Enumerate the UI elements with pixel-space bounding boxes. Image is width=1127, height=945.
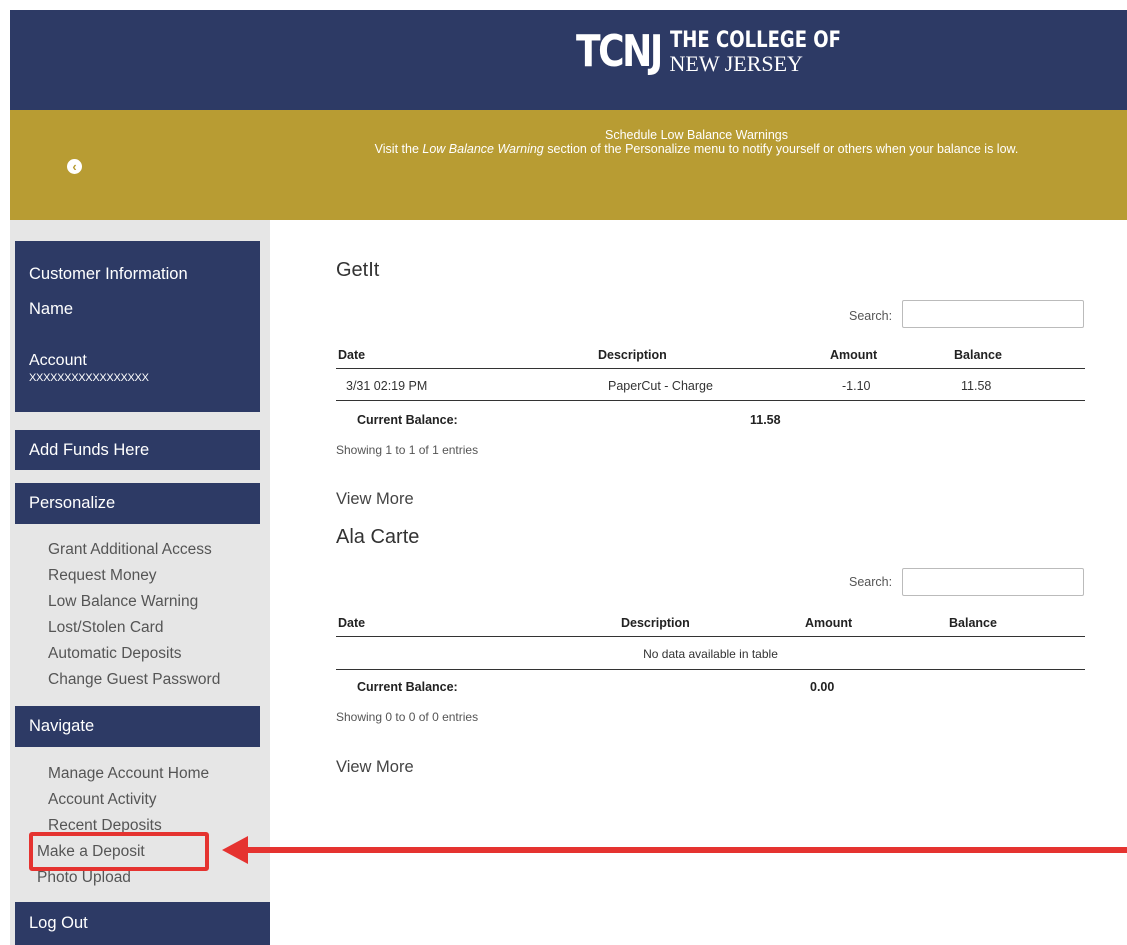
table-row: 3/31 02:19 PM PaperCut - Charge -1.10 11… [336,369,1085,401]
current-balance-value: 11.58 [750,413,781,427]
alacarte-search-label: Search: [849,575,893,589]
logout-label: Log Out [29,914,88,932]
current-balance-label: Current Balance: [357,680,458,694]
link-low-balance-warning[interactable]: Low Balance Warning [48,589,220,615]
getit-table-header: Date Description Amount Balance [336,342,1085,369]
alacarte-search-input[interactable] [902,568,1084,596]
alacarte-entries-count: Showing 0 to 0 of 0 entries [336,710,479,724]
banner-text-before: Visit the [374,142,423,156]
logout-button[interactable]: Log Out [15,902,270,945]
make-deposit-highlight-box [29,832,209,871]
table-row: No data available in table [336,637,1085,670]
alacarte-section-title: Ala Carte [336,526,420,548]
alacarte-current-balance-row: Current Balance: 0.00 [336,680,1085,700]
empty-table-message: No data available in table [643,647,778,661]
link-change-guest-password[interactable]: Change Guest Password [48,667,220,693]
getit-current-balance-row: Current Balance: 11.58 [336,413,1085,433]
alacarte-view-more-link[interactable]: View More [336,758,414,777]
tcnj-logo[interactable]: TCNJ THE COLLEGE OF NEW JERSEY [576,12,878,92]
logo-line-1: THE COLLEGE OF [669,27,841,53]
logo-wordmark: THE COLLEGE OF NEW JERSEY [669,27,879,76]
link-request-money[interactable]: Request Money [48,563,220,589]
col-amount[interactable]: Amount [830,348,877,362]
col-description[interactable]: Description [621,616,690,630]
personalize-links: Grant Additional Access Request Money Lo… [48,537,220,693]
logo-mark: TCNJ [576,26,663,77]
customer-info-heading: Customer Information [29,265,188,283]
banner-message: Schedule Low Balance Warnings Visit the … [270,128,1123,156]
row-description: PaperCut - Charge [608,379,713,393]
banner-text-after: section of the Personalize menu to notif… [543,142,1019,156]
getit-section-title: GetIt [336,259,380,281]
row-balance: 11.58 [961,379,992,393]
current-balance-label: Current Balance: [357,413,458,427]
link-manage-account-home[interactable]: Manage Account Home [48,761,209,787]
banner-description: Visit the Low Balance Warning section of… [270,142,1123,156]
banner-emphasis-link: Low Balance Warning [422,142,544,156]
notice-banner: ‹ Schedule Low Balance Warnings Visit th… [10,110,1127,220]
account-label: Account [29,352,87,369]
getit-search-label: Search: [849,309,893,323]
link-automatic-deposits[interactable]: Automatic Deposits [48,641,220,667]
getit-entries-count: Showing 1 to 1 of 1 entries [336,443,479,457]
chevron-left-circle-icon[interactable]: ‹ [67,159,82,174]
banner-title: Schedule Low Balance Warnings [605,128,788,142]
link-grant-additional-access[interactable]: Grant Additional Access [48,537,220,563]
logo-line-2: NEW JERSEY [669,50,803,76]
customer-name-label: Name [29,300,74,318]
row-date: 3/31 02:19 PM [346,379,428,393]
add-funds-label: Add Funds Here [29,440,150,459]
navigate-menu-header[interactable]: Navigate [15,706,260,747]
annotation-arrow-head [222,836,248,864]
row-amount: -1.10 [842,379,871,393]
col-date[interactable]: Date [338,348,365,362]
col-balance[interactable]: Balance [949,616,997,630]
navigate-links: Manage Account Home Account Activity Rec… [37,761,209,891]
getit-view-more-link[interactable]: View More [336,490,414,509]
personalize-label: Personalize [29,494,116,512]
alacarte-table-header: Date Description Amount Balance [336,610,1085,637]
col-description[interactable]: Description [598,348,667,362]
account-number: XXXXXXXXXXXXXXXXX [29,372,149,384]
current-balance-value: 0.00 [810,680,835,694]
link-lost-stolen-card[interactable]: Lost/Stolen Card [48,615,220,641]
add-funds-button[interactable]: Add Funds Here [15,430,260,470]
col-amount[interactable]: Amount [805,616,852,630]
site-header: TCNJ THE COLLEGE OF NEW JERSEY [10,10,1127,110]
personalize-menu-header[interactable]: Personalize [15,483,260,524]
col-date[interactable]: Date [338,616,365,630]
col-balance[interactable]: Balance [954,348,1002,362]
customer-info-panel: Customer Information Name Account XXXXXX… [15,241,260,412]
main-content: GetIt Search: Date Description Amount Ba… [270,220,1127,945]
getit-search-input[interactable] [902,300,1084,328]
navigate-label: Navigate [29,717,95,735]
link-account-activity[interactable]: Account Activity [48,787,209,813]
